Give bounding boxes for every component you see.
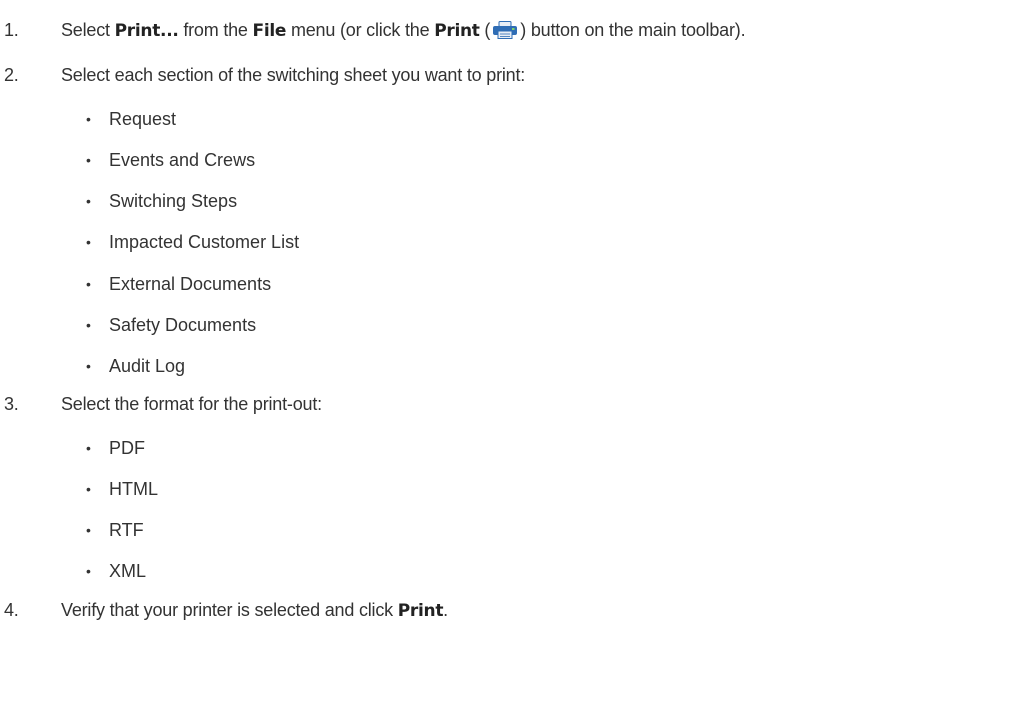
bullet: • [86, 152, 91, 168]
bullet: • [86, 111, 91, 127]
step-number: 3. [4, 394, 19, 414]
bullet: • [86, 193, 91, 209]
bullet: • [86, 522, 91, 538]
button-print-label: Print [434, 21, 480, 41]
step-text: Select the format for the print-out: [61, 394, 322, 414]
instruction-document: 1. Select Print... from the File menu (o… [0, 0, 1031, 711]
bullet: • [86, 563, 91, 579]
step-text: Select each section of the switching she… [61, 65, 526, 85]
bullet: • [86, 481, 91, 497]
step-number: 2. [4, 65, 19, 85]
step-text: Verify that your printer is selected and… [61, 600, 448, 621]
menu-item-print: Print... [114, 21, 179, 41]
step-number: 4. [4, 600, 19, 620]
step-text: Select Print... from the File menu (or c… [61, 19, 746, 41]
step-number: 1. [4, 20, 19, 40]
bullet: • [86, 358, 91, 374]
bullet: • [86, 440, 91, 456]
bullet: • [86, 317, 91, 333]
bullet: • [86, 234, 91, 250]
menu-file: File [252, 21, 287, 41]
printer-icon [492, 19, 518, 39]
button-print-label: Print [397, 601, 444, 621]
bullet: • [86, 276, 91, 292]
